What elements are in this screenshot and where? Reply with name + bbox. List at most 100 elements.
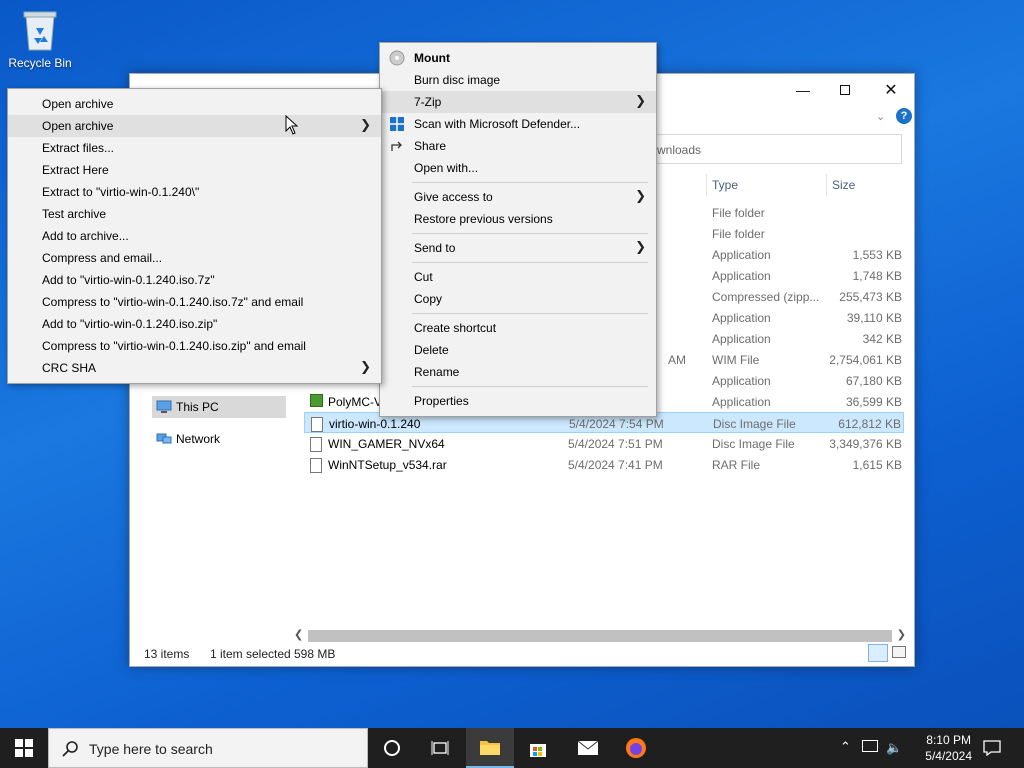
search-placeholder: Type here to search: [89, 741, 213, 757]
network-status-icon[interactable]: [862, 740, 878, 752]
maximize-icon: [840, 85, 850, 95]
recycle-bin-icon: [22, 8, 58, 52]
menu-item-share[interactable]: Share: [380, 135, 656, 157]
file-explorer-taskbar-button[interactable]: [466, 728, 514, 768]
menu-separator: [412, 182, 648, 183]
chevron-right-icon: ❯: [635, 188, 646, 203]
taskbar: Type here to search ⌃ 🔈 8:10 PM 5/4/2024: [0, 728, 1024, 768]
menu-item-defender[interactable]: Scan with Microsoft Defender...: [380, 113, 656, 135]
menu-item-add-to-archive[interactable]: Add to archive...: [8, 225, 381, 247]
share-icon: [389, 138, 405, 154]
chevron-right-icon: ❯: [635, 93, 646, 108]
context-menu: Mount Burn disc image 7-Zip ❯ Scan with …: [379, 42, 657, 417]
menu-item-extract-to[interactable]: Extract to "virtio-win-0.1.240\": [8, 181, 381, 203]
close-button[interactable]: ✕: [868, 74, 914, 106]
menu-item-mount[interactable]: Mount: [380, 47, 656, 69]
search-box-text: wnloads: [657, 143, 702, 157]
chevron-up-icon[interactable]: ⌃: [840, 739, 851, 755]
menu-item-7zip[interactable]: 7-Zip ❯: [380, 91, 656, 113]
network-icon: [156, 432, 172, 449]
menu-item-compress-email[interactable]: Compress and email...: [8, 247, 381, 269]
menu-item-rename[interactable]: Rename: [380, 361, 656, 383]
column-header-size[interactable]: Size: [826, 174, 906, 196]
menu-item-test-archive[interactable]: Test archive: [8, 203, 381, 225]
nav-item-network[interactable]: Network: [152, 428, 286, 450]
menu-item-open-with[interactable]: Open with...: [380, 157, 656, 179]
recycle-bin[interactable]: Recycle Bin: [6, 8, 74, 70]
computer-icon: [156, 400, 172, 417]
help-icon[interactable]: ?: [896, 108, 912, 124]
nav-label: This PC: [176, 400, 219, 414]
menu-item-open-archive[interactable]: Open archive: [8, 93, 381, 115]
menu-item-create-shortcut[interactable]: Create shortcut: [380, 317, 656, 339]
chevron-left-icon[interactable]: ❮: [294, 628, 303, 641]
firefox-icon: [626, 738, 646, 758]
store-icon: [530, 744, 546, 757]
menu-item-delete[interactable]: Delete: [380, 339, 656, 361]
mail-icon: [577, 740, 599, 755]
recycle-bin-label: Recycle Bin: [8, 56, 72, 70]
maximize-button[interactable]: [822, 74, 868, 106]
menu-separator: [412, 313, 648, 314]
windows-logo-icon: [15, 739, 33, 757]
menu-item-send-to[interactable]: Send to ❯: [380, 237, 656, 259]
scrollbar-thumb[interactable]: [308, 630, 892, 642]
task-view-icon: [431, 741, 449, 755]
file-icon: [310, 458, 322, 473]
menu-item-open-archive-submenu[interactable]: Open archive ❯: [8, 115, 381, 137]
disc-icon: [389, 50, 405, 66]
volume-muted-icon[interactable]: 🔈: [886, 740, 902, 756]
folder-icon: [480, 741, 500, 755]
sevenzip-submenu: Open archive Open archive ❯ Extract file…: [7, 88, 382, 384]
task-view-button[interactable]: [416, 728, 464, 768]
menu-item-compress-7z-email[interactable]: Compress to "virtio-win-0.1.240.iso.7z" …: [8, 291, 381, 313]
menu-item-extract-files[interactable]: Extract files...: [8, 137, 381, 159]
menu-item-give-access[interactable]: Give access to ❯: [380, 186, 656, 208]
selected-size: 598 MB: [294, 647, 336, 661]
menu-item-burn[interactable]: Burn disc image: [380, 69, 656, 91]
menu-item-add-7z[interactable]: Add to "virtio-win-0.1.240.iso.7z": [8, 269, 381, 291]
chevron-right-icon: ❯: [360, 117, 371, 132]
table-row[interactable]: WIN_GAMER_NVx64 5/4/2024 7:51 PM Disc Im…: [304, 433, 904, 454]
menu-item-compress-zip-email[interactable]: Compress to "virtio-win-0.1.240.iso.zip"…: [8, 335, 381, 357]
menu-item-crc-sha[interactable]: CRC SHA ❯: [8, 357, 381, 379]
menu-item-cut[interactable]: Cut: [380, 266, 656, 288]
notification-icon: [983, 740, 1001, 756]
nav-item-this-pc[interactable]: This PC: [152, 396, 286, 418]
search-box[interactable]: wnloads: [650, 134, 902, 164]
selected-count: 1 item selected: [210, 647, 291, 661]
chevron-down-icon[interactable]: ⌄: [876, 110, 885, 123]
mouse-cursor-icon: [285, 115, 299, 135]
menu-item-properties[interactable]: Properties: [380, 390, 656, 412]
clock-date: 5/4/2024: [925, 749, 972, 763]
store-taskbar-button[interactable]: [514, 728, 562, 768]
minimize-icon: —: [796, 82, 810, 98]
large-icons-view-icon[interactable]: [892, 646, 906, 658]
chevron-right-icon[interactable]: ❯: [897, 628, 906, 641]
details-view-icon[interactable]: [868, 644, 888, 662]
cortana-icon: [384, 740, 400, 756]
menu-item-copy[interactable]: Copy: [380, 288, 656, 310]
menu-item-extract-here[interactable]: Extract Here: [8, 159, 381, 181]
clock[interactable]: 8:10 PM 5/4/2024: [925, 732, 972, 764]
action-center-button[interactable]: [970, 728, 1014, 768]
mail-taskbar-button[interactable]: [564, 728, 612, 768]
disc-image-icon: [311, 417, 323, 432]
menu-separator: [412, 386, 648, 387]
close-icon: ✕: [884, 82, 898, 99]
taskbar-search[interactable]: Type here to search: [48, 728, 368, 768]
search-icon: [62, 741, 78, 757]
menu-item-add-zip[interactable]: Add to "virtio-win-0.1.240.iso.zip": [8, 313, 381, 335]
menu-separator: [412, 262, 648, 263]
column-header-type[interactable]: Type: [706, 174, 826, 196]
table-row[interactable]: WinNTSetup_v534.rar 5/4/2024 7:41 PM RAR…: [304, 454, 904, 475]
cortana-button[interactable]: [368, 728, 416, 768]
item-count: 13 items: [144, 647, 190, 661]
firefox-taskbar-button[interactable]: [612, 728, 660, 768]
menu-item-restore[interactable]: Restore previous versions: [380, 208, 656, 230]
start-button[interactable]: [0, 728, 48, 768]
chevron-right-icon: ❯: [635, 239, 646, 254]
defender-shield-icon: [389, 116, 405, 132]
minimize-button[interactable]: —: [780, 74, 826, 106]
chevron-right-icon: ❯: [360, 359, 371, 374]
